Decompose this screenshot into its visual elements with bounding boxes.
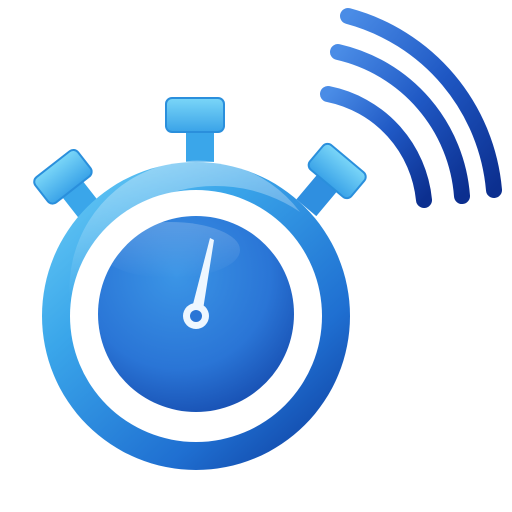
stopwatch-icon (33, 97, 367, 470)
icon-canvas (33, 8, 502, 470)
stopwatch-crown (165, 97, 225, 162)
stopwatch-wireless-icon (0, 0, 512, 512)
